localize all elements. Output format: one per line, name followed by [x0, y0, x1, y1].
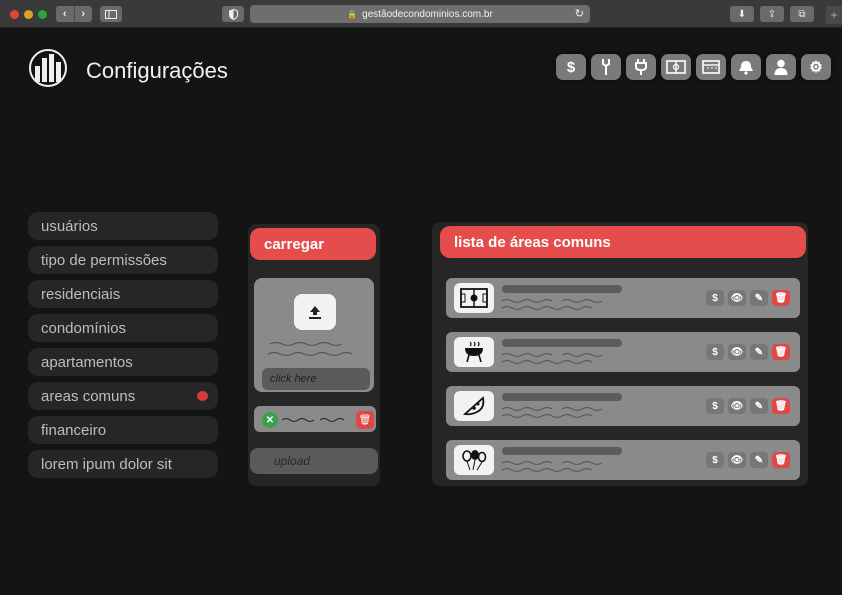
browser-toolbar: ‹ › 🔒 gestãodecondominios.com.br ↻ ⬇ ⇪ ⧉…: [0, 0, 842, 28]
sidebar-item-label: financeiro: [41, 421, 107, 439]
settings-sidebar: usuários tipo de permissões residenciais…: [28, 212, 218, 484]
sidebar-item-financeiro[interactable]: financeiro: [28, 416, 218, 444]
remove-file-button[interactable]: 🗑: [356, 411, 374, 429]
sidebar-item-residenciais[interactable]: residenciais: [28, 280, 218, 308]
edit-icon[interactable]: ✎: [750, 290, 768, 306]
gear-icon[interactable]: ⚙: [801, 54, 831, 80]
view-eye-icon[interactable]: 👁: [728, 398, 746, 414]
dollar-icon[interactable]: $: [706, 344, 724, 360]
active-indicator-icon: [197, 391, 208, 401]
barbecue-grill-icon: [454, 337, 494, 367]
view-eye-icon[interactable]: 👁: [728, 344, 746, 360]
close-window-button[interactable]: [10, 10, 19, 19]
field-icon[interactable]: [661, 54, 691, 80]
calendar-icon[interactable]: [696, 54, 726, 80]
tabs-overview-icon[interactable]: ⧉: [790, 6, 814, 22]
area-actions: $ 👁 ✎ 🗑: [706, 452, 790, 468]
sidebar-item-apartamentos[interactable]: apartamentos: [28, 348, 218, 376]
download-icon[interactable]: ⬇: [730, 6, 754, 22]
party-balloons-icon: [454, 445, 494, 475]
forward-button[interactable]: ›: [73, 6, 93, 22]
common-areas-title: lista de áreas comuns: [440, 226, 806, 258]
tools-icon[interactable]: [591, 54, 621, 80]
view-eye-icon[interactable]: 👁: [728, 452, 746, 468]
edit-icon[interactable]: ✎: [750, 398, 768, 414]
list-item[interactable]: $ 👁 ✎ 🗑: [446, 440, 800, 480]
back-button[interactable]: ‹: [56, 6, 74, 22]
edit-icon[interactable]: ✎: [750, 452, 768, 468]
dollar-icon[interactable]: $: [556, 54, 586, 80]
dollar-icon[interactable]: $: [706, 290, 724, 306]
delete-icon[interactable]: 🗑: [772, 344, 790, 360]
edit-icon[interactable]: ✎: [750, 344, 768, 360]
area-description-placeholder: [502, 460, 603, 473]
file-ok-icon: ✕: [262, 412, 278, 428]
list-item[interactable]: $ 👁 ✎ 🗑: [446, 332, 800, 372]
dropzone-placeholder-scribble: [267, 341, 353, 357]
sidebar-item-tipo-de-permissoes[interactable]: tipo de permissões: [28, 246, 218, 274]
area-name-placeholder: [502, 393, 622, 401]
dropzone-hint[interactable]: click here: [262, 368, 370, 390]
sidebar-toggle-icon[interactable]: [100, 6, 122, 22]
minimize-window-button[interactable]: [24, 10, 33, 19]
list-item[interactable]: $ 👁 ✎ 🗑: [446, 386, 800, 426]
sidebar-item-label: areas comuns: [41, 387, 136, 405]
area-description-placeholder: [502, 352, 603, 365]
sidebar-item-label: apartamentos: [41, 353, 133, 371]
view-eye-icon[interactable]: 👁: [728, 290, 746, 306]
area-name-placeholder: [502, 339, 622, 347]
area-description-placeholder: [502, 406, 603, 419]
upload-icon: [294, 294, 336, 330]
upload-panel-title: carregar: [250, 228, 376, 260]
privacy-shield-icon[interactable]: [222, 6, 244, 22]
history-nav: ‹ ›: [56, 6, 92, 22]
user-icon[interactable]: [766, 54, 796, 80]
area-actions: $ 👁 ✎ 🗑: [706, 344, 790, 360]
soccer-field-icon: [454, 283, 494, 313]
sidebar-item-label: residenciais: [41, 285, 121, 303]
delete-icon[interactable]: 🗑: [772, 398, 790, 414]
maximize-window-button[interactable]: [38, 10, 47, 19]
sidebar-item-lorem-ipum[interactable]: lorem ipum dolor sit: [28, 450, 218, 478]
bell-icon[interactable]: [731, 54, 761, 80]
upload-button[interactable]: upload: [250, 448, 378, 474]
new-tab-button[interactable]: +: [826, 6, 842, 24]
area-actions: $ 👁 ✎ 🗑: [706, 398, 790, 414]
area-actions: $ 👁 ✎ 🗑: [706, 290, 790, 306]
sidebar-item-usuarios[interactable]: usuários: [28, 212, 218, 240]
plug-icon[interactable]: [626, 54, 656, 80]
sidebar-item-areas-comuns[interactable]: areas comuns: [28, 382, 218, 410]
dollar-icon[interactable]: $: [706, 452, 724, 468]
app-logo: [28, 48, 68, 88]
top-toolbar: $ ⚙: [556, 54, 831, 80]
sidebar-item-label: condomínios: [41, 319, 127, 337]
list-item[interactable]: $ 👁 ✎ 🗑: [446, 278, 800, 318]
delete-icon[interactable]: 🗑: [772, 452, 790, 468]
area-name-placeholder: [502, 447, 622, 455]
sidebar-item-label: usuários: [41, 217, 98, 235]
page-title: Configurações: [86, 58, 228, 83]
sidebar-item-label: lorem ipum dolor sit: [41, 455, 172, 473]
share-icon[interactable]: ⇪: [760, 6, 784, 22]
reload-icon[interactable]: ↻: [575, 7, 584, 20]
url-text: gestãodecondominios.com.br: [362, 8, 493, 20]
area-name-placeholder: [502, 285, 622, 293]
address-bar[interactable]: 🔒 gestãodecondominios.com.br ↻: [250, 5, 590, 23]
lock-icon: 🔒: [347, 9, 358, 19]
sidebar-item-label: tipo de permissões: [41, 251, 167, 269]
dollar-icon[interactable]: $: [706, 398, 724, 414]
sidebar-item-condominios[interactable]: condomínios: [28, 314, 218, 342]
file-name-scribble: [282, 417, 345, 423]
area-description-placeholder: [502, 298, 603, 311]
delete-icon[interactable]: 🗑: [772, 290, 790, 306]
pizza-icon: [454, 391, 494, 421]
